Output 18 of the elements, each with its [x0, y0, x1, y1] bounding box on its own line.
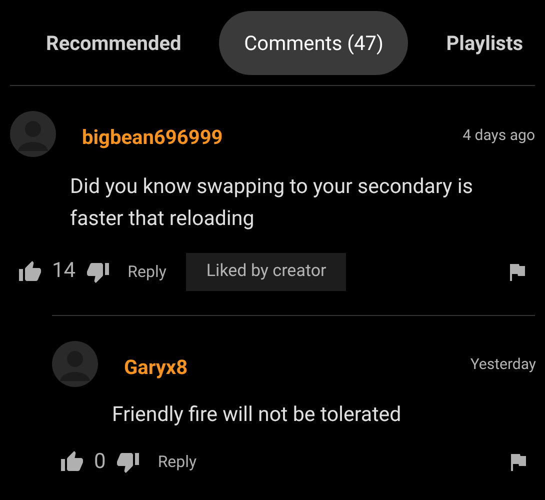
like-count: 0: [94, 448, 106, 476]
avatar-icon: [10, 111, 56, 157]
comment-time: 4 days ago: [462, 124, 535, 146]
reply-button[interactable]: Reply: [128, 260, 166, 284]
thumbs-down-icon[interactable]: [116, 450, 140, 474]
like-count: 14: [52, 258, 76, 285]
tab[interactable]: Comments (47): [219, 10, 408, 74]
comment-time: Yesterday: [470, 354, 536, 376]
comment-text: Friendly fire will not be tolerated: [112, 402, 402, 428]
avatar-icon: [52, 340, 98, 386]
liked-by-creator-badge: Liked by creator: [186, 253, 346, 290]
tab[interactable]: Playlists: [438, 28, 531, 58]
reply-button[interactable]: Reply: [158, 450, 197, 474]
thumbs-up-icon[interactable]: [18, 260, 42, 284]
username[interactable]: bigbean696999: [82, 122, 223, 152]
tab[interactable]: Recommended: [38, 28, 190, 58]
username[interactable]: Garyx8: [124, 352, 188, 382]
comment-text: Did you know swapping to your secondary is faster that reloading: [70, 174, 474, 233]
